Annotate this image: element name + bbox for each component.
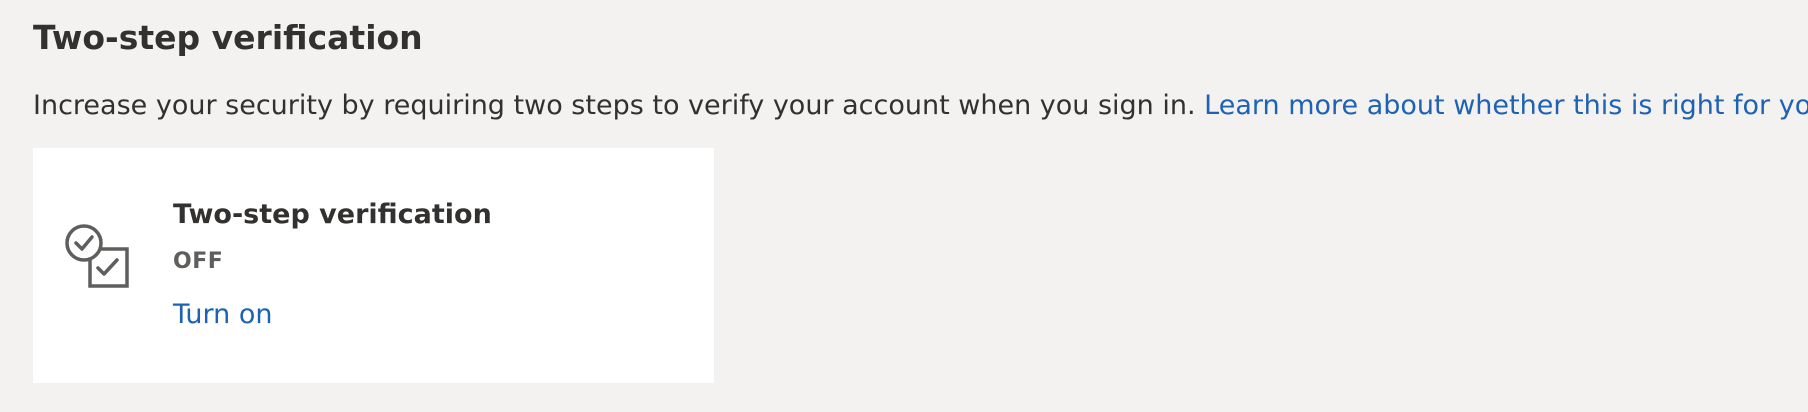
two-step-verification-card: Two-step verification OFF Turn on xyxy=(33,148,714,383)
section-title: Two-step verification xyxy=(33,18,423,57)
verification-checks-icon xyxy=(63,222,133,292)
learn-more-link[interactable]: Learn more about whether this is right f… xyxy=(1204,90,1808,121)
section-description: Increase your security by requiring two … xyxy=(33,86,1808,126)
card-title: Two-step verification xyxy=(173,199,492,230)
description-text: Increase your security by requiring two … xyxy=(33,90,1196,121)
turn-on-link[interactable]: Turn on xyxy=(173,298,272,332)
card-body: Two-step verification OFF Turn on xyxy=(173,198,492,332)
status-badge: OFF xyxy=(173,249,224,274)
